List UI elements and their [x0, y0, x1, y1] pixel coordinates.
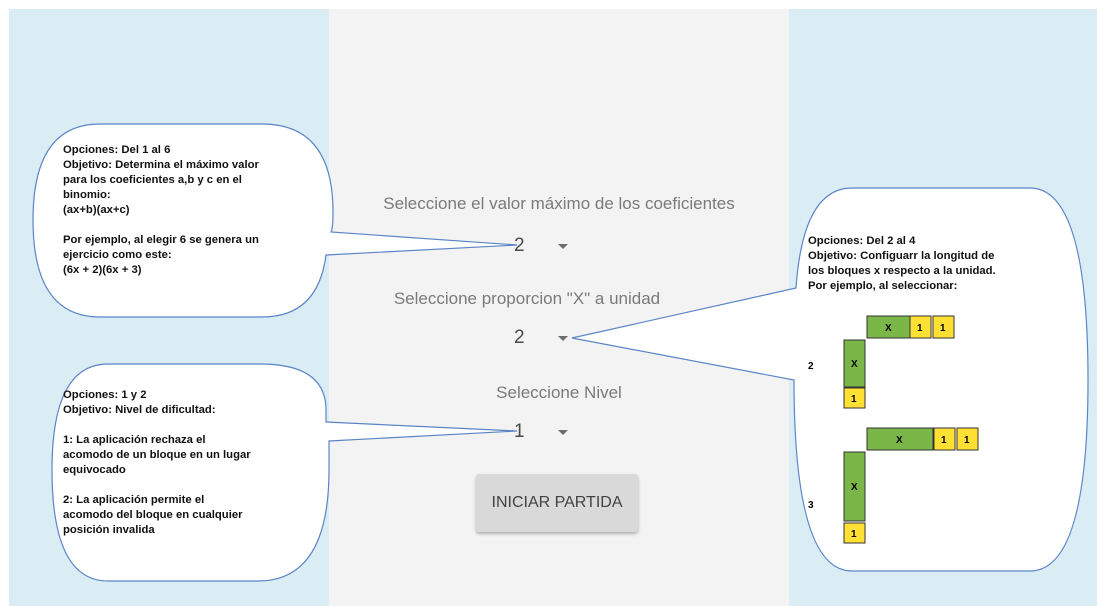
x-block-label: X [896, 435, 903, 446]
unit-block-label: 1 [964, 435, 970, 446]
unit-block-label: 1 [851, 394, 857, 405]
example-ratio-label: 3 [808, 500, 814, 511]
unit-block-label: 1 [917, 323, 923, 334]
x-block-label: X [851, 482, 858, 493]
unit-block-label: 1 [940, 323, 946, 334]
callout-ratio-text: Opciones: Del 2 al 4 Objetivo: Configuar… [808, 235, 996, 292]
example-ratio-label: 2 [808, 361, 814, 372]
x-block-label: X [885, 323, 892, 334]
unit-block-label: 1 [941, 435, 947, 446]
x-block-label: X [851, 359, 858, 370]
callout-level-text: Opciones: 1 y 2 Objetivo: Nivel de dific… [63, 389, 251, 536]
unit-block-label: 1 [851, 529, 857, 540]
callout-coef-text: Opciones: Del 1 al 6 Objetivo: Determina… [63, 144, 259, 276]
